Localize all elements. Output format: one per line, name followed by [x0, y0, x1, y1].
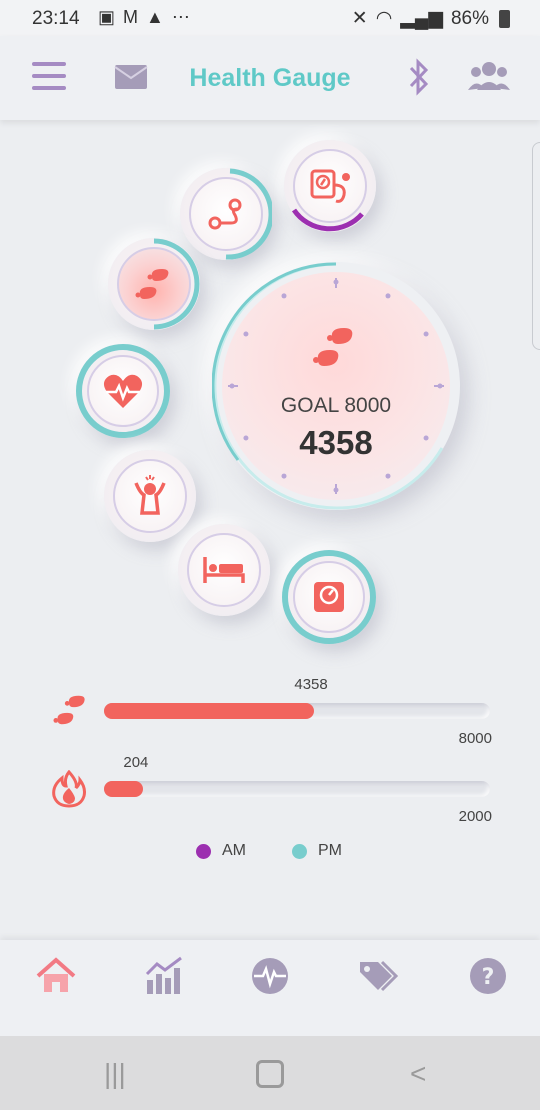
calories-value-label: 204 — [123, 754, 149, 771]
group-icon[interactable] — [468, 60, 510, 92]
side-drawer-handle[interactable] — [532, 142, 540, 350]
home-icon[interactable] — [34, 954, 78, 998]
warning-icon: ▲ — [146, 7, 164, 27]
gauge-ticks — [228, 278, 444, 494]
battery-text: 86% — [450, 7, 489, 29]
app-bar: Health Gauge — [0, 36, 540, 120]
status-bar: 23:14 ▣ M ▲ ⋯ ✕ ◠ ▂▄▆ 86% — [0, 0, 540, 36]
footsteps-icon — [53, 695, 85, 725]
weight-button[interactable] — [282, 550, 376, 644]
image-icon: ▣ — [98, 7, 116, 27]
bluetooth-icon[interactable] — [406, 58, 432, 96]
bed-icon — [203, 557, 245, 583]
gauge-tick — [385, 473, 391, 479]
svg-text:?: ? — [482, 965, 495, 990]
wifi-icon: ◠ — [375, 8, 393, 29]
calories-max-label: 2000 — [458, 808, 492, 825]
blood-pressure-button[interactable] — [284, 140, 376, 232]
steps-button[interactable] — [108, 238, 200, 330]
calories-progress-fill — [104, 781, 144, 797]
heart-rate-icon — [103, 374, 143, 408]
calories-progress-track — [104, 781, 490, 797]
battery-icon — [499, 9, 510, 28]
recent-apps-icon[interactable]: ||| — [104, 1058, 126, 1090]
pm-legend-label: PM — [318, 842, 342, 859]
more-icon: ⋯ — [171, 7, 190, 27]
goal-label: GOAL 8000 — [280, 394, 392, 417]
scale-icon — [314, 582, 344, 612]
stress-icon — [134, 475, 166, 515]
steps-gauge[interactable]: GOAL 8000 4358 — [212, 262, 460, 510]
gauge-tick — [243, 331, 249, 337]
steps-progress-track — [104, 703, 490, 719]
back-icon[interactable]: < — [410, 1058, 426, 1090]
help-icon[interactable]: ? — [466, 954, 510, 998]
signal-icon: ▂▄▆ — [400, 8, 443, 29]
home-nav-icon[interactable] — [256, 1060, 284, 1088]
gauge-tick — [281, 473, 287, 479]
tags-icon[interactable] — [356, 954, 400, 998]
gauge-tick — [385, 293, 391, 299]
footsteps-icon — [313, 328, 353, 366]
chart-icon[interactable] — [143, 954, 187, 998]
gauge-tick — [281, 293, 287, 299]
sleep-button[interactable] — [178, 524, 270, 616]
am-legend-dot — [196, 844, 211, 859]
app-title: Health Gauge — [189, 64, 351, 92]
gauge-tick — [423, 331, 429, 337]
pm-legend-dot — [292, 844, 307, 859]
mute-icon: ✕ — [351, 8, 368, 29]
system-nav-bar: ||| < — [0, 1036, 540, 1110]
bottom-nav: ? — [0, 940, 540, 1036]
heart-rate-button[interactable] — [76, 344, 170, 438]
am-legend-label: AM — [222, 842, 246, 859]
flame-icon — [52, 770, 86, 808]
gmail-icon: M — [123, 7, 139, 27]
stress-button[interactable] — [104, 450, 196, 542]
steps-count: 4358 — [299, 424, 373, 461]
status-time: 23:14 — [32, 8, 80, 29]
steps-value-label: 4358 — [294, 676, 328, 693]
steps-max-label: 8000 — [458, 730, 492, 747]
steps-progress-fill — [104, 703, 315, 719]
pulse-icon[interactable] — [248, 954, 292, 998]
